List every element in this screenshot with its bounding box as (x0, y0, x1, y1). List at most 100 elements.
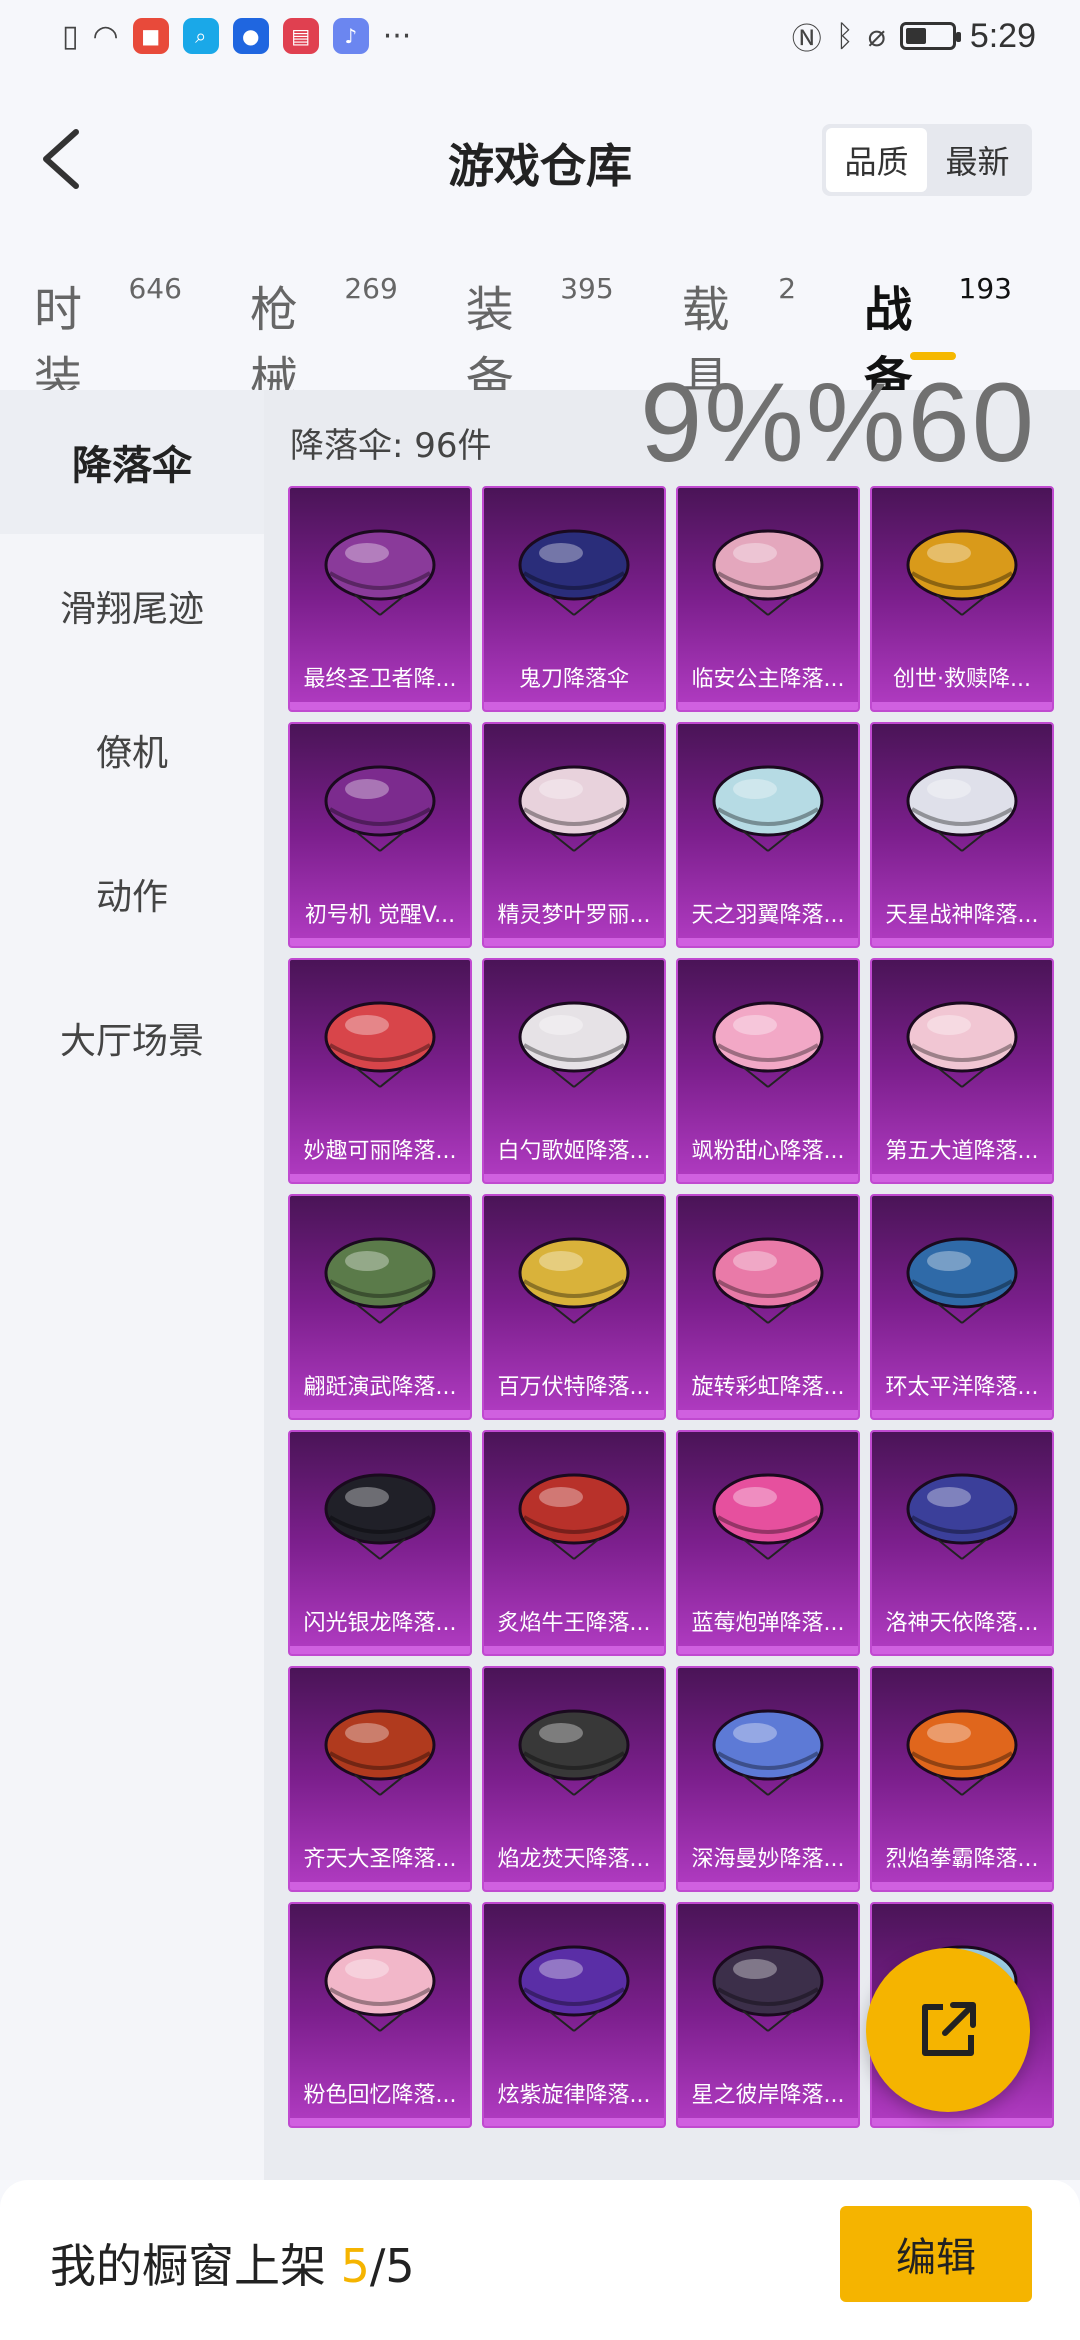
sidebar-item-wingman[interactable]: 僚机 (0, 678, 264, 822)
parachute-icon (324, 765, 436, 852)
quality-bar (872, 1882, 1052, 1890)
sidebar-item-emote[interactable]: 动作 (0, 822, 264, 966)
share-button[interactable] (866, 1948, 1030, 2112)
parachute-icon (518, 1709, 630, 1796)
sidebar-item-lobby-scene[interactable]: 大厅场景 (0, 966, 264, 1110)
parachute-icon (712, 1473, 824, 1560)
parachute-image (484, 1904, 664, 2068)
item-card[interactable]: 齐天大圣降落... (288, 1666, 472, 1892)
parachute-image (678, 1196, 858, 1360)
item-card[interactable]: 鬼刀降落伞 (482, 486, 666, 712)
parachute-image (484, 1432, 664, 1596)
parachute-image (484, 488, 664, 652)
item-card[interactable]: 闪光银龙降落... (288, 1430, 472, 1656)
tab-label: 装备 (465, 282, 514, 408)
parachute-image (290, 1904, 470, 2068)
parachute-icon (906, 1237, 1018, 1324)
tab-count: 395 (560, 272, 614, 305)
item-card[interactable]: 临安公主降落... (676, 486, 860, 712)
item-name: 深海曼妙降落... (691, 1847, 845, 1872)
parachute-icon (518, 1945, 630, 2032)
parachute-icon (712, 1709, 824, 1796)
parachute-image (678, 1904, 858, 2068)
tab-fashion[interactable]: 时装 646 (34, 270, 182, 410)
parachute-image (484, 1196, 664, 1360)
item-name: 炙焰牛王降落... (497, 1611, 651, 1636)
quality-bar (872, 2118, 1052, 2126)
item-card[interactable]: 深海曼妙降落... (676, 1666, 860, 1892)
item-card[interactable]: 百万伏特降落... (482, 1194, 666, 1420)
wifi-icon: ◠ (92, 18, 119, 54)
nfc-icon: Ⓝ (791, 22, 822, 57)
item-card[interactable]: 星之彼岸降落... (676, 1902, 860, 2128)
item-card[interactable]: 翩跹演武降落... (288, 1194, 472, 1420)
item-card[interactable]: 旋转彩虹降落... (676, 1194, 860, 1420)
item-name: 临安公主降落... (691, 667, 845, 692)
parachute-image (290, 1432, 470, 1596)
item-card[interactable]: 炫紫旋律降落... (482, 1902, 666, 2128)
item-card[interactable]: 烈焰拳霸降落... (870, 1666, 1054, 1892)
item-name: 百万伏特降落... (497, 1375, 651, 1400)
quality-bar (678, 2118, 858, 2126)
app-icon-book: ▤ (282, 18, 319, 54)
item-name: 烈焰拳霸降落... (885, 1847, 1039, 1872)
sidebar-item-glide-trail[interactable]: 滑翔尾迹 (0, 534, 264, 678)
parachute-image (290, 488, 470, 652)
item-card[interactable]: 炙焰牛王降落... (482, 1430, 666, 1656)
item-name: 飒粉甜心降落... (691, 1139, 845, 1164)
item-card[interactable]: 第五大道降落... (870, 958, 1054, 1184)
tab-firearms[interactable]: 枪械 269 (250, 270, 398, 410)
edit-button[interactable]: 编辑 (840, 2206, 1032, 2302)
item-card[interactable]: 妙趣可丽降落... (288, 958, 472, 1184)
item-card[interactable]: 天之羽翼降落... (676, 722, 860, 948)
showcase-status: 我的橱窗上架 5/5 (50, 2230, 415, 2296)
quality-bar (290, 938, 470, 946)
item-name: 天星战神降落... (885, 903, 1039, 928)
sort-quality-button[interactable]: 品质 (826, 128, 927, 192)
item-card[interactable]: 环太平洋降落... (870, 1194, 1054, 1420)
parachute-image (678, 488, 858, 652)
item-card[interactable]: 精灵梦叶罗丽... (482, 722, 666, 948)
parachute-image (872, 1668, 1052, 1832)
parachute-icon (712, 765, 824, 852)
parachute-image (290, 960, 470, 1124)
parachute-image (872, 488, 1052, 652)
item-card[interactable]: 焰龙焚天降落... (482, 1666, 666, 1892)
parachute-icon (324, 1473, 436, 1560)
app-icon-music: ♪ (332, 18, 369, 54)
showcase-label: 我的橱窗上架 (50, 2239, 326, 2293)
item-card[interactable]: 创世·救赎降... (870, 486, 1054, 712)
item-card[interactable]: 白勺歌姬降落... (482, 958, 666, 1184)
item-card[interactable]: 粉色回忆降落... (288, 1902, 472, 2128)
item-name: 闪光银龙降落... (303, 1611, 457, 1636)
quality-bar (872, 1646, 1052, 1654)
item-card[interactable]: 初号机 觉醒V... (288, 722, 472, 948)
sort-newest-button[interactable]: 最新 (927, 128, 1028, 192)
item-name: 最终圣卫者降... (303, 667, 457, 692)
item-name: 齐天大圣降落... (303, 1847, 457, 1872)
item-card[interactable]: 飒粉甜心降落... (676, 958, 860, 1184)
item-name: 星之彼岸降落... (691, 2083, 845, 2108)
parachute-icon (712, 1237, 824, 1324)
showcase-separator: / (369, 2239, 386, 2293)
quality-bar (872, 1410, 1052, 1418)
item-card[interactable]: 最终圣卫者降... (288, 486, 472, 712)
item-card[interactable]: 蓝莓炮弹降落... (676, 1430, 860, 1656)
tab-equipment[interactable]: 装备 395 (466, 270, 614, 410)
parachute-image (484, 724, 664, 888)
item-card[interactable]: 洛神天依降落... (870, 1430, 1054, 1656)
sidebar-item-parachute[interactable]: 降落伞 (0, 390, 264, 534)
parachute-icon (324, 1709, 436, 1796)
parachute-image (484, 1668, 664, 1832)
parachute-icon (324, 1237, 436, 1324)
mute-icon: ⌀ (867, 18, 886, 54)
app-icon-red: ■ (132, 18, 169, 54)
quality-bar (872, 702, 1052, 710)
parachute-image (678, 724, 858, 888)
parachute-icon (712, 529, 824, 616)
parachute-icon (906, 1473, 1018, 1560)
item-grid: 最终圣卫者降... 鬼刀降落伞 临安公主降落... 创世·救赎降... 初号机 觉醒V.… (288, 486, 1080, 2128)
battery-icon (899, 22, 961, 50)
item-card[interactable]: 天星战神降落... (870, 722, 1054, 948)
parachute-icon (712, 1001, 824, 1088)
